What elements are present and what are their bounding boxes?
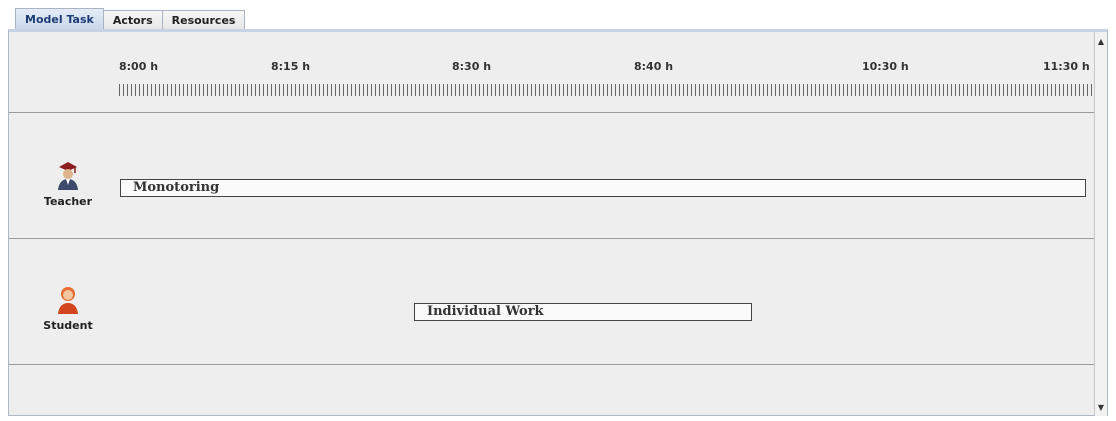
time-label-1130: 11:30 h <box>1043 60 1090 73</box>
tab-resources[interactable]: Resources <box>161 10 246 30</box>
task-bar-monotoring[interactable]: Monotoring <box>120 179 1086 197</box>
scroll-down-icon[interactable]: ▼ <box>1095 400 1107 414</box>
teacher-icon <box>56 161 80 191</box>
time-label-830: 8:30 h <box>452 60 492 73</box>
scroll-up-icon[interactable]: ▲ <box>1095 34 1107 48</box>
timeline-ruler: 8:00 h 8:15 h 8:30 h 8:40 h 10:30 h 11:3… <box>9 32 1097 113</box>
tab-bar: Model Task Actors Resources <box>15 8 246 30</box>
time-label-815: 8:15 h <box>271 60 311 73</box>
tab-actors[interactable]: Actors <box>102 10 163 30</box>
task-bar-individual-work[interactable]: Individual Work <box>414 303 752 321</box>
tab-model-task[interactable]: Model Task <box>15 8 104 30</box>
student-icon <box>56 285 80 315</box>
actor-lane-student: Student Individual Work <box>9 239 1096 365</box>
actor-student[interactable]: Student <box>33 285 103 332</box>
time-label-840: 8:40 h <box>634 60 674 73</box>
time-label-1030: 10:30 h <box>862 60 909 73</box>
actor-name-teacher: Teacher <box>43 195 93 208</box>
vertical-scrollbar[interactable]: ▲ ▼ <box>1094 32 1107 416</box>
actor-teacher[interactable]: Teacher <box>33 161 103 208</box>
time-label-800: 8:00 h <box>119 60 159 73</box>
timeline-ticks <box>119 84 1097 96</box>
actor-name-student: Student <box>43 319 93 332</box>
model-task-panel: 8:00 h 8:15 h 8:30 h 8:40 h 10:30 h 11:3… <box>8 29 1108 416</box>
actor-lane-teacher: Teacher Monotoring <box>9 113 1096 239</box>
